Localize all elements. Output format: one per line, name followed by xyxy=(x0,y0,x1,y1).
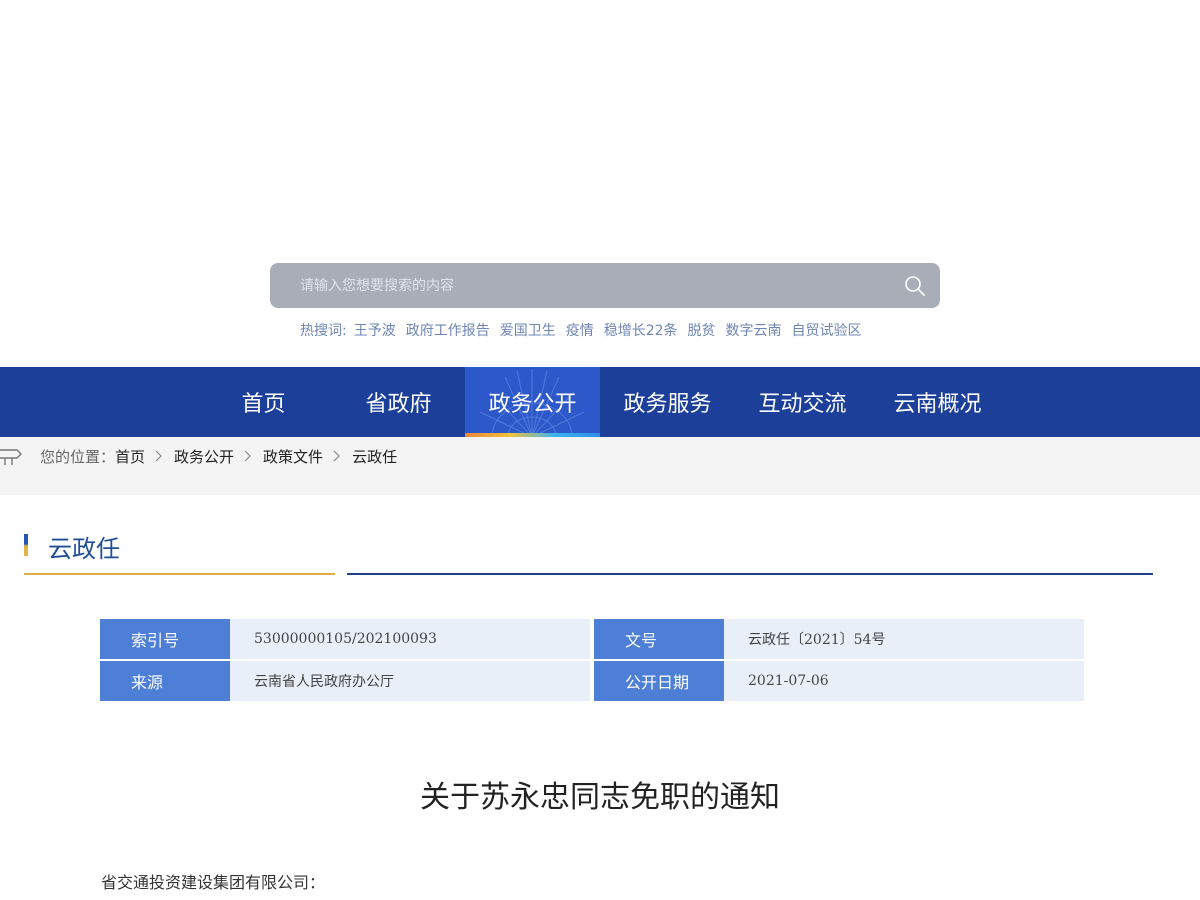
info-value-source: 云南省人民政府办公厅 xyxy=(230,661,590,701)
hotword-link[interactable]: 脱贫 xyxy=(688,320,716,340)
info-row: 来源 云南省人民政府办公厅 公开日期 2021-07-06 xyxy=(100,661,1084,701)
signpost-icon xyxy=(0,449,22,465)
nav-item-government-services[interactable]: 政务服务 xyxy=(600,367,735,437)
hotword-link[interactable]: 王予波 xyxy=(354,320,396,340)
hotword-link[interactable]: 自贸试验区 xyxy=(792,320,862,340)
hotword-link[interactable]: 政府工作报告 xyxy=(406,320,490,340)
hotword-link[interactable]: 疫情 xyxy=(566,320,594,340)
breadcrumb-item-current[interactable]: 云政任 xyxy=(352,446,397,467)
search-box xyxy=(270,263,940,308)
chevron-right-icon xyxy=(155,450,162,462)
breadcrumb-bar: 您的位置： 首页 政务公开 政策文件 云政任 xyxy=(0,437,1200,495)
search-input[interactable] xyxy=(270,263,890,308)
chevron-right-icon xyxy=(244,450,251,462)
hotword-link[interactable]: 爱国卫生 xyxy=(500,320,556,340)
nav-item-yunnan-overview[interactable]: 云南概况 xyxy=(870,367,1005,437)
hotwords-label: 热搜词: xyxy=(300,323,347,339)
nav-item-interaction[interactable]: 互动交流 xyxy=(735,367,870,437)
nav-item-label: 政务服务 xyxy=(623,392,712,417)
search-button[interactable] xyxy=(900,271,930,301)
nav-item-provincial-government[interactable]: 省政府 xyxy=(331,367,466,437)
search-icon xyxy=(905,276,925,296)
info-key-index: 索引号 xyxy=(100,619,234,659)
info-key-docno: 文号 xyxy=(594,619,728,659)
hotword-link[interactable]: 稳增长22条 xyxy=(604,320,678,340)
hotwords-bar: 热搜词: 王予波 政府工作报告 爱国卫生 疫情 稳增长22条 脱贫 数字云南 自… xyxy=(300,320,872,340)
info-value-index: 53000000105/202100093 xyxy=(230,619,590,659)
nav-item-government-affairs[interactable]: 政务公开 xyxy=(465,367,600,437)
document-salutation: 省交通投资建设集团有限公司： xyxy=(101,873,326,892)
section-title: 云政任 xyxy=(48,535,120,563)
chevron-right-icon xyxy=(333,450,340,462)
hotword-link[interactable]: 数字云南 xyxy=(726,320,782,340)
breadcrumb: 您的位置： 首页 政务公开 政策文件 云政任 xyxy=(40,445,397,467)
breadcrumb-item-government-affairs[interactable]: 政务公开 xyxy=(174,446,234,467)
breadcrumb-item-policy-documents[interactable]: 政策文件 xyxy=(263,446,323,467)
document-title: 关于苏永忠同志免职的通知 xyxy=(420,780,780,815)
breadcrumb-prefix: 您的位置： xyxy=(40,447,116,466)
main-nav: 首页 省政府 政务公开 政务服务 互动交流 云南概况 xyxy=(0,367,1200,437)
info-key-date: 公开日期 xyxy=(594,661,728,701)
breadcrumb-item-home[interactable]: 首页 xyxy=(115,446,145,467)
nav-item-label: 省政府 xyxy=(365,392,432,417)
nav-item-label: 云南概况 xyxy=(893,392,982,417)
info-key-source: 来源 xyxy=(100,661,234,701)
nav-item-label: 首页 xyxy=(241,392,286,417)
nav-item-label: 政务公开 xyxy=(488,392,577,417)
nav-item-label: 互动交流 xyxy=(758,392,847,417)
info-value-date: 2021-07-06 xyxy=(724,661,1084,701)
section-marker xyxy=(24,534,28,556)
section-divider-gold xyxy=(24,573,335,575)
section-divider-blue xyxy=(347,573,1153,575)
nav-item-home[interactable]: 首页 xyxy=(196,367,331,437)
info-row: 索引号 53000000105/202100093 文号 云政任〔2021〕54… xyxy=(100,619,1084,659)
info-value-docno: 云政任〔2021〕54号 xyxy=(724,619,1084,659)
